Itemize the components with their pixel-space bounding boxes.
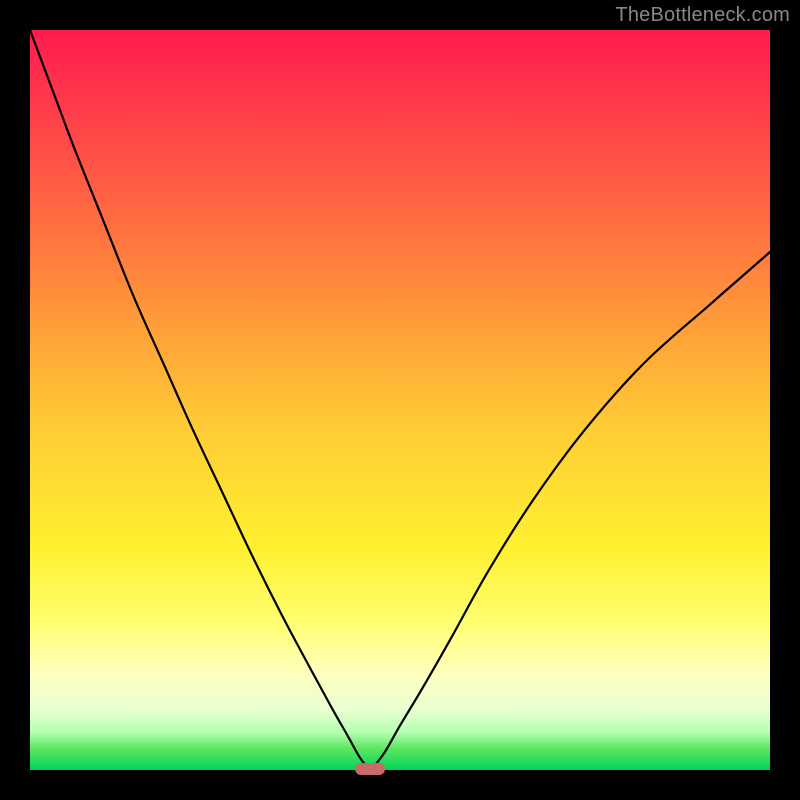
curve-left-branch	[30, 30, 367, 766]
bottleneck-marker	[355, 763, 385, 775]
watermark-text: TheBottleneck.com	[615, 4, 790, 27]
curve-layer	[30, 30, 770, 770]
chart-container: TheBottleneck.com	[0, 0, 800, 800]
plot-area	[30, 30, 770, 770]
curve-right-branch	[374, 252, 770, 766]
